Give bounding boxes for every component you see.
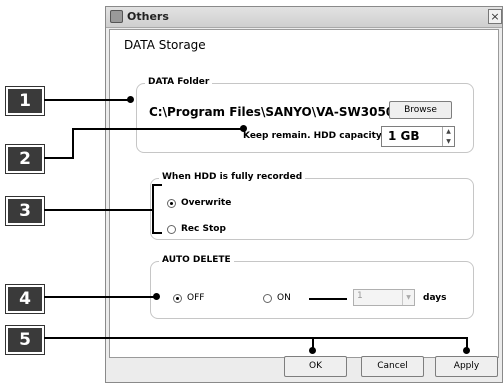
folder-path: C:\Program Files\SANYO\VA-SW3050 [149,105,395,119]
callout-4-line [44,296,156,298]
rec-stop-radio[interactable] [167,225,176,234]
callout-5-dot-apply [463,347,470,354]
chevron-down-icon[interactable]: ▼ [402,290,414,305]
on-connector-line [309,298,347,300]
days-select[interactable]: 1 ▼ [353,289,415,306]
callout-badge-3: 3 [5,196,45,226]
ok-button[interactable]: OK [284,356,347,377]
window-title: Others [127,10,169,23]
callout-badge-1: 1 [5,86,45,116]
auto-delete-on-label: ON [277,293,291,303]
callout-3-line-h [44,209,154,211]
callout-4-dot [153,293,160,300]
capacity-stepper[interactable]: 1 GB ▲ ▼ [381,126,455,147]
days-value: 1 [357,291,363,301]
hdd-full-legend: When HDD is fully recorded [159,172,306,182]
callout-3-bracket-bottom [152,232,162,234]
stepper-down-icon[interactable]: ▼ [443,137,454,147]
browse-button[interactable]: Browse [389,101,452,119]
auto-delete-group: AUTO DELETE OFF ON 1 ▼ days [150,255,474,319]
close-button[interactable]: × [488,9,502,24]
rec-stop-label: Rec Stop [181,224,226,234]
callout-3-bracket-v [152,184,154,234]
callout-1-dot [127,96,134,103]
callout-1-line [44,99,129,101]
callout-2-line-h2 [72,128,244,130]
callout-3-bracket-top [152,184,162,186]
page-title: DATA Storage [124,38,206,52]
callout-2-line-v [72,128,74,159]
capacity-value: 1 GB [388,129,420,143]
app-icon [110,10,123,23]
callout-badge-2: 2 [5,144,45,174]
hdd-full-group: When HDD is fully recorded Overwrite Rec… [150,172,474,240]
apply-button[interactable]: Apply [435,356,498,377]
callout-2-dot [240,125,247,132]
auto-delete-on-radio[interactable] [263,294,272,303]
auto-delete-off-label: OFF [187,293,205,303]
callout-badge-4: 4 [5,284,45,314]
callout-5-line-h [44,337,468,339]
callout-badge-5: 5 [5,325,45,355]
overwrite-radio[interactable] [167,199,176,208]
data-folder-legend: DATA Folder [145,77,213,87]
days-label: days [423,293,447,303]
auto-delete-legend: AUTO DELETE [159,255,234,265]
dialog-content: DATA Storage DATA Folder C:\Program File… [109,29,499,358]
stepper-arrows[interactable]: ▲ ▼ [442,127,454,146]
stepper-up-icon[interactable]: ▲ [443,127,454,137]
cancel-button[interactable]: Cancel [361,356,424,377]
callout-5-dot-ok [309,347,316,354]
others-dialog: Others × DATA Storage DATA Folder C:\Pro… [105,6,503,383]
title-bar: Others × [106,7,502,28]
keep-capacity-label: Keep remain. HDD capacity [243,131,382,141]
data-folder-group: DATA Folder C:\Program Files\SANYO\VA-SW… [136,77,474,153]
overwrite-label: Overwrite [181,198,232,208]
callout-2-line-h1 [44,157,74,159]
auto-delete-off-radio[interactable] [173,294,182,303]
